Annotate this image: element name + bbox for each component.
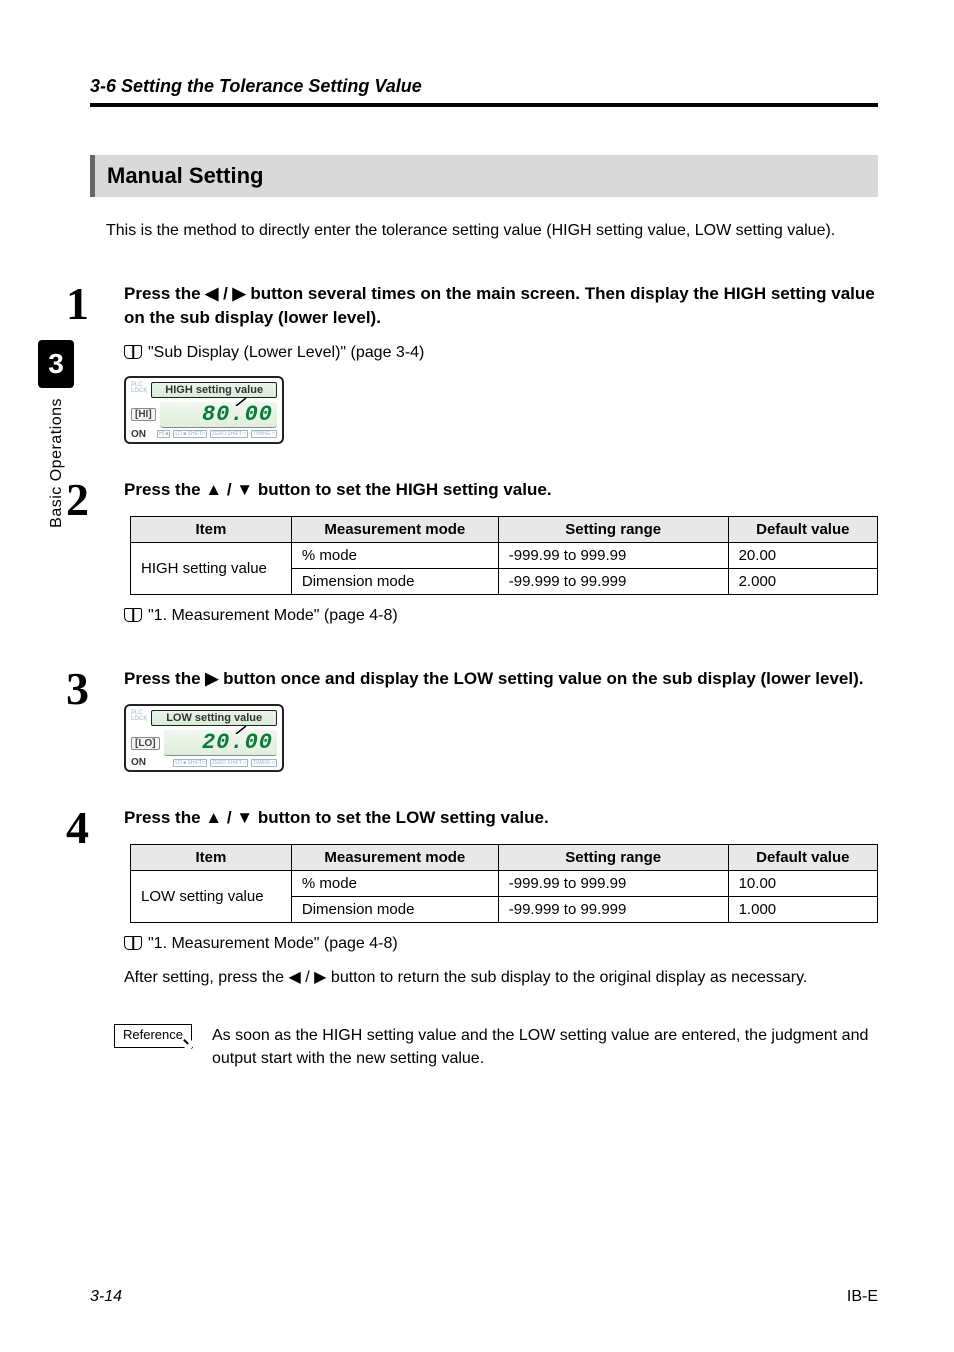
high-settings-table: Item Measurement mode Setting range Defa… — [130, 516, 878, 595]
after-setting-text: After setting, press the ◀ / ▶ button to… — [124, 967, 878, 989]
step-1-ref-text: "Sub Display (Lower Level)" (page 3-4) — [148, 344, 424, 361]
high-item-cell: HIGH setting value — [131, 542, 292, 594]
left-right-arrow-icon: ◀ / ▶ — [289, 969, 327, 986]
col-range: Setting range — [498, 516, 728, 542]
step-2-title-b: button to set the HIGH setting value. — [253, 480, 551, 499]
col-mode: Measurement mode — [291, 845, 498, 871]
diag-tiny-label: PLCLOCK — [131, 382, 147, 398]
step-3-title-b: button once and display the LOW setting … — [218, 669, 863, 688]
col-item: Item — [131, 516, 292, 542]
book-icon — [124, 608, 142, 622]
page-number: 3-14 — [90, 1288, 122, 1306]
step-1: 1 Press the ◀ / ▶ button several times o… — [66, 282, 878, 450]
step-1-number: 1 — [66, 282, 114, 323]
high-diagram: PLCLOCK HIGH setting value [HI] 80.00 ON… — [124, 376, 284, 444]
cell-mode: % mode — [291, 542, 498, 568]
step-2-ref-text: "1. Measurement Mode" (page 4-8) — [148, 607, 398, 624]
col-mode: Measurement mode — [291, 516, 498, 542]
reference-block: Reference As soon as the HIGH setting va… — [114, 1024, 878, 1070]
step-4-title: Press the ▲ / ▼ button to set the LOW se… — [124, 806, 878, 830]
step-2-title: Press the ▲ / ▼ button to set the HIGH s… — [124, 478, 878, 502]
high-setting-label: HIGH setting value — [151, 382, 277, 398]
reference-tag: Reference — [114, 1024, 192, 1048]
step-4-title-b: button to set the LOW setting value. — [253, 808, 549, 827]
step-2: 2 Press the ▲ / ▼ button to set the HIGH… — [66, 478, 878, 639]
cell-def: 1.000 — [728, 897, 877, 923]
step-2-reference: "1. Measurement Mode" (page 4-8) — [124, 607, 878, 625]
up-down-arrow-icon: ▲ / ▼ — [205, 808, 253, 827]
col-def: Default value — [728, 845, 877, 871]
step-3-title: Press the ▶ button once and display the … — [124, 667, 878, 691]
on-indicator: ON — [131, 757, 146, 768]
cell-mode: Dimension mode — [291, 568, 498, 594]
step-1-title: Press the ◀ / ▶ button several times on … — [124, 282, 878, 330]
cell-range: -99.999 to 99.999 — [498, 568, 728, 594]
diag-tiny-label: PLCLOCK — [131, 710, 147, 726]
right-arrow-icon: ▶ — [205, 669, 218, 688]
step-1-reference: "Sub Display (Lower Level)" (page 3-4) — [124, 344, 878, 362]
hi-chip: [HI] — [131, 408, 156, 421]
chapter-label: Basic Operations — [48, 398, 66, 528]
step-3-title-a: Press the — [124, 669, 205, 688]
step-4-ref-text: "1. Measurement Mode" (page 4-8) — [148, 935, 398, 952]
intro-text: This is the method to directly enter the… — [106, 219, 878, 242]
cell-range: -99.999 to 99.999 — [498, 897, 728, 923]
step-4-title-a: Press the — [124, 808, 205, 827]
on-indicator: ON — [131, 429, 146, 440]
up-down-arrow-icon: ▲ / ▼ — [205, 480, 253, 499]
step-1-title-a: Press the — [124, 284, 205, 303]
after-a: After setting, press the — [124, 969, 289, 986]
table-header-row: Item Measurement mode Setting range Defa… — [131, 516, 878, 542]
cell-def: 20.00 — [728, 542, 877, 568]
book-icon — [124, 936, 142, 950]
low-diagram: PLCLOCK LOW setting value [LO] 20.00 ON … — [124, 704, 284, 772]
step-2-number: 2 — [66, 478, 114, 519]
lo-chip: [LO] — [131, 737, 160, 750]
table-row: HIGH setting value % mode -999.99 to 999… — [131, 542, 878, 568]
low-item-cell: LOW setting value — [131, 871, 292, 923]
col-def: Default value — [728, 516, 877, 542]
cell-mode: Dimension mode — [291, 897, 498, 923]
after-b: button to return the sub display to the … — [326, 969, 807, 986]
section-title: Manual Setting — [90, 155, 878, 197]
col-item: Item — [131, 845, 292, 871]
cell-mode: % mode — [291, 871, 498, 897]
cell-range: -999.99 to 999.99 — [498, 871, 728, 897]
step-3-number: 3 — [66, 667, 114, 708]
low-setting-label: LOW setting value — [151, 710, 277, 726]
step-2-title-a: Press the — [124, 480, 205, 499]
cell-def: 2.000 — [728, 568, 877, 594]
step-4-number: 4 — [66, 806, 114, 847]
left-right-arrow-icon: ◀ / ▶ — [205, 284, 245, 303]
reference-text: As soon as the HIGH setting value and th… — [212, 1024, 878, 1070]
doc-id: IB-E — [847, 1288, 878, 1306]
step-4: 4 Press the ▲ / ▼ button to set the LOW … — [66, 806, 878, 995]
page-header: 3-6 Setting the Tolerance Setting Value — [90, 76, 878, 107]
table-header-row: Item Measurement mode Setting range Defa… — [131, 845, 878, 871]
chapter-tab: 3 — [38, 340, 74, 388]
col-range: Setting range — [498, 845, 728, 871]
book-icon — [124, 345, 142, 359]
page-footer: 3-14 IB-E — [90, 1288, 878, 1306]
table-row: LOW setting value % mode -999.99 to 999.… — [131, 871, 878, 897]
step-3: 3 Press the ▶ button once and display th… — [66, 667, 878, 779]
cell-def: 10.00 — [728, 871, 877, 897]
low-settings-table: Item Measurement mode Setting range Defa… — [130, 844, 878, 923]
step-4-reference: "1. Measurement Mode" (page 4-8) — [124, 935, 878, 953]
cell-range: -999.99 to 999.99 — [498, 542, 728, 568]
